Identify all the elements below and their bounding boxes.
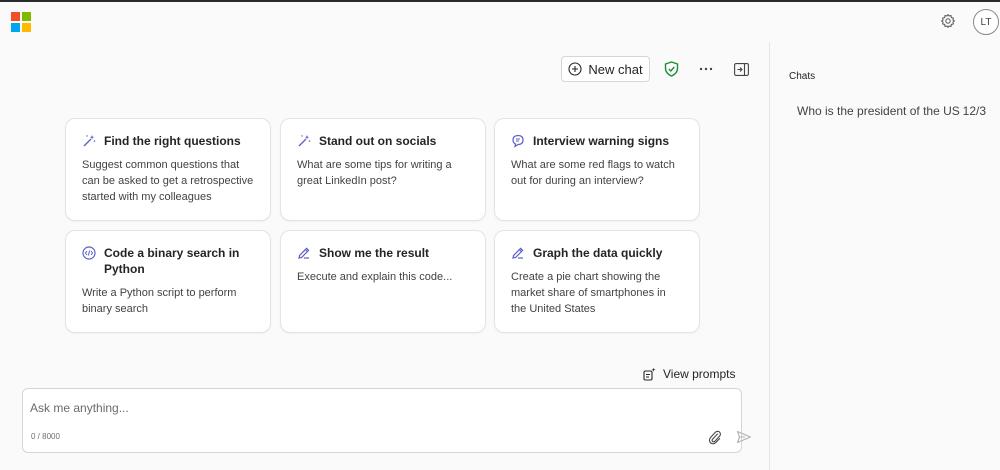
character-count: 0 / 8000: [31, 432, 60, 441]
attach-button[interactable]: [707, 429, 723, 445]
prompt-card[interactable]: Stand out on socials What are some tips …: [280, 118, 486, 221]
chat-history-item[interactable]: Who is the president of the US 12/3: [788, 100, 1000, 122]
prompt-card-title: Graph the data quickly: [533, 246, 663, 260]
new-chat-button[interactable]: New chat: [561, 56, 650, 82]
gear-icon: [941, 14, 955, 28]
prompt-card-description: Suggest common questions that can be ask…: [82, 159, 254, 203]
ellipsis-icon: [699, 67, 713, 71]
prompt-card-description: Write a Python script to perform binary …: [82, 287, 237, 315]
code-circle-icon: [82, 246, 96, 260]
prompt-card-description: What are some red flags to watch out for…: [511, 159, 675, 187]
chat-bubbles-icon: [511, 134, 525, 148]
prompt-card[interactable]: Interview warning signs What are some re…: [494, 118, 700, 221]
microsoft-logo: [11, 12, 31, 32]
plus-circle-icon: [568, 62, 582, 76]
pen-icon: [511, 246, 525, 260]
sparkle-pen-icon: [82, 134, 96, 148]
prompt-card[interactable]: Find the right questions Suggest common …: [65, 118, 271, 221]
view-prompts-button[interactable]: View prompts: [642, 365, 735, 383]
panel-collapse-icon: [733, 62, 749, 76]
message-input[interactable]: [30, 399, 670, 417]
shield-check-icon: [664, 61, 678, 77]
pen-icon: [297, 246, 311, 260]
user-avatar[interactable]: LT: [973, 9, 999, 35]
sidebar-title: Chats: [789, 71, 816, 82]
logo-blue-square: [11, 23, 20, 32]
protection-button[interactable]: [662, 60, 680, 78]
prompt-card-title: Show me the result: [319, 246, 430, 260]
view-prompts-label: View prompts: [663, 367, 736, 381]
prompt-card-description: Execute and explain this code...: [297, 271, 453, 283]
prompt-card[interactable]: Code a binary search in Python Write a P…: [65, 230, 271, 333]
paperclip-icon: [708, 430, 721, 444]
more-options-button[interactable]: [696, 60, 716, 78]
chat-history-date: 12/3: [962, 104, 986, 118]
prompt-card-title: Interview warning signs: [533, 134, 670, 148]
logo-yellow-square: [22, 23, 31, 32]
send-button[interactable]: [735, 429, 753, 445]
logo-red-square: [11, 12, 20, 21]
prompt-card-title: Stand out on socials: [319, 134, 437, 148]
prompt-card-description: Create a pie chart showing the market sh…: [511, 271, 666, 315]
prompt-card-description: What are some tips for writing a great L…: [297, 159, 452, 187]
chat-history-title: Who is the president of the US: [797, 104, 960, 118]
toggle-sidebar-button[interactable]: [732, 60, 750, 78]
settings-button[interactable]: [938, 11, 958, 31]
new-chat-label: New chat: [588, 61, 643, 77]
window-top-border: [0, 0, 1000, 2]
prompt-card[interactable]: Show me the result Execute and explain t…: [280, 230, 486, 333]
prompts-sparkle-icon: [643, 367, 656, 381]
prompt-card-title: Code a binary search in Python: [104, 246, 240, 276]
prompt-card[interactable]: Graph the data quickly Create a pie char…: [494, 230, 700, 333]
chats-sidebar: Chats Who is the president of the US 12/…: [769, 42, 1000, 470]
logo-green-square: [22, 12, 31, 21]
sparkle-pen-icon: [297, 134, 311, 148]
send-icon: [736, 430, 752, 444]
chat-composer: 0 / 8000: [22, 388, 752, 453]
prompt-card-title: Find the right questions: [104, 134, 241, 148]
